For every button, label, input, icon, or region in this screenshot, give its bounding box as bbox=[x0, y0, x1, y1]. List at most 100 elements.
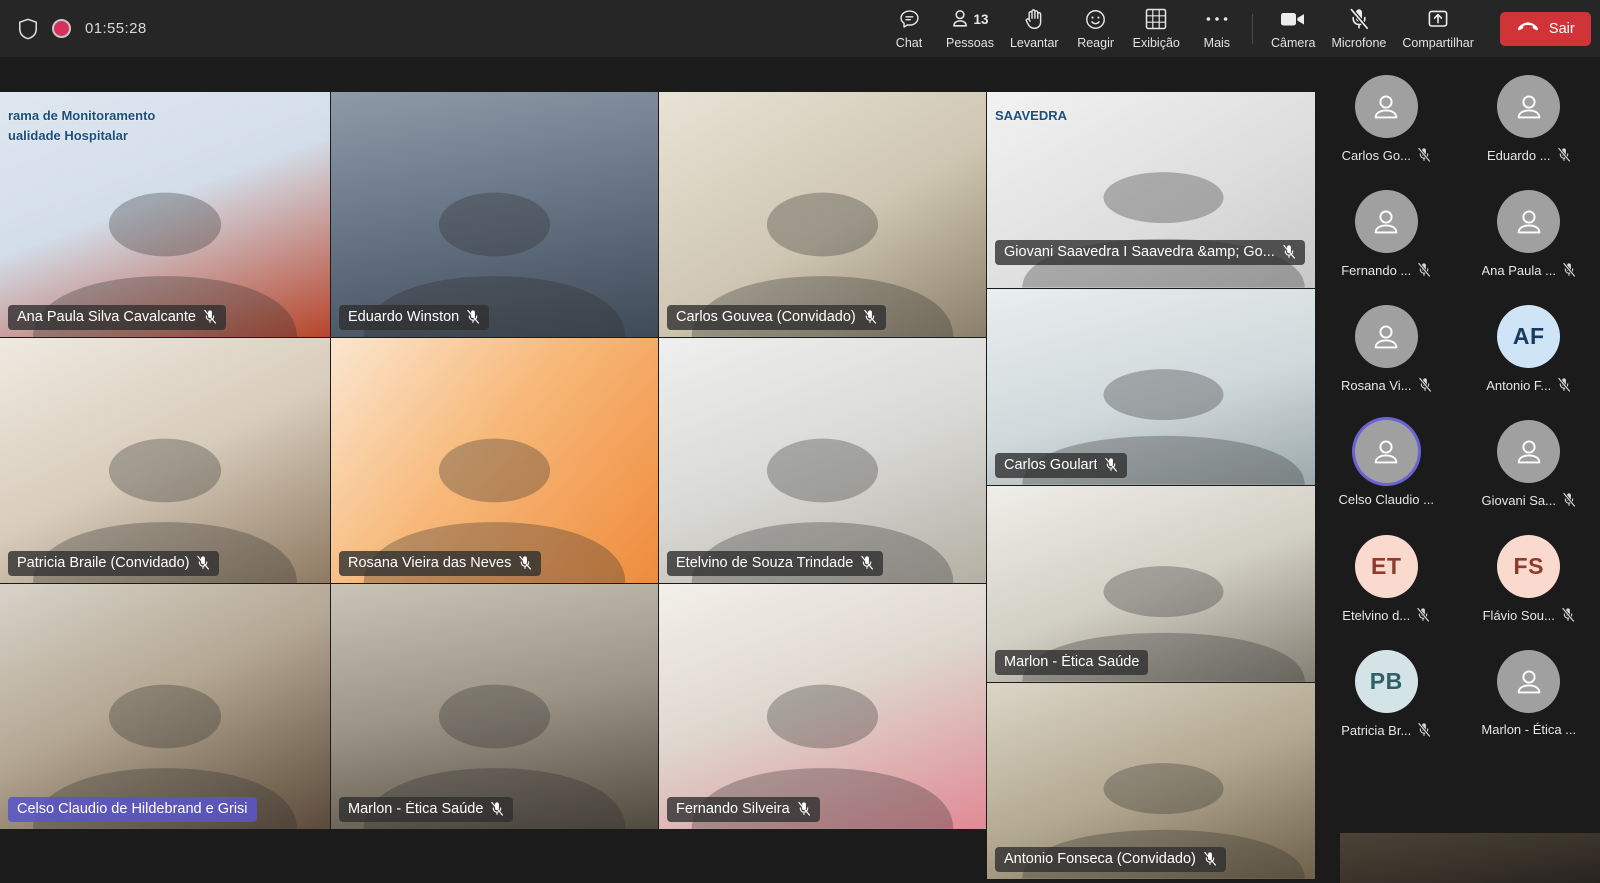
avatar-placeholder-icon bbox=[1354, 420, 1418, 483]
roster-participant-name: Fernando ... bbox=[1341, 262, 1412, 278]
roster-participant[interactable]: Carlos Go... bbox=[1321, 75, 1451, 190]
mic-off-icon bbox=[1203, 851, 1217, 867]
mic-off-icon bbox=[863, 309, 877, 325]
camera-icon bbox=[1280, 7, 1306, 31]
chat-label: Chat bbox=[895, 36, 923, 50]
participant-name-tag: Antonio Fonseca (Convidado) bbox=[995, 847, 1226, 872]
people-button[interactable]: 13 Pessoas bbox=[938, 2, 1002, 55]
video-tile[interactable]: Etelvino de Souza Trindade bbox=[659, 338, 986, 583]
avatar-placeholder-icon bbox=[1497, 420, 1561, 483]
roster-participant[interactable]: Ana Paula ... bbox=[1464, 190, 1594, 305]
more-label: Mais bbox=[1203, 36, 1231, 50]
mic-off-icon bbox=[1417, 722, 1431, 738]
participant-name: Carlos Gouvea (Convidado) bbox=[676, 309, 856, 325]
avatar-placeholder-icon bbox=[1497, 190, 1561, 253]
mic-off-icon bbox=[1561, 607, 1575, 623]
roster-participant-name: Etelvino d... bbox=[1342, 607, 1411, 623]
mic-off-icon bbox=[1282, 244, 1296, 260]
avatar-placeholder-icon bbox=[1354, 190, 1418, 253]
participant-name: Patricia Braile (Convidado) bbox=[17, 555, 190, 571]
raised-hand-icon bbox=[1024, 7, 1045, 31]
chat-button[interactable]: Chat bbox=[880, 2, 938, 55]
sidebar-bottom-preview bbox=[1340, 833, 1600, 883]
roster-participant-name: Rosana Vi... bbox=[1340, 377, 1412, 393]
more-button[interactable]: Mais bbox=[1188, 2, 1246, 55]
participant-name: Carlos Goulart bbox=[1004, 457, 1098, 473]
video-tile[interactable]: Celso Claudio de Hildebrand e Grisi bbox=[0, 584, 330, 829]
roster-participant[interactable]: Marlon - Ética ... bbox=[1464, 650, 1594, 765]
share-button[interactable]: Compartilhar bbox=[1394, 2, 1482, 55]
raise-hand-button[interactable]: Levantar bbox=[1002, 2, 1067, 55]
people-label: Pessoas bbox=[946, 36, 994, 50]
microphone-label: Microfone bbox=[1331, 36, 1387, 50]
camera-button[interactable]: Câmera bbox=[1263, 2, 1323, 55]
share-label: Compartilhar bbox=[1402, 36, 1474, 50]
microphone-off-icon bbox=[1348, 7, 1370, 31]
participant-name-tag: Eduardo Winston bbox=[339, 305, 490, 330]
avatar-placeholder-icon bbox=[1354, 75, 1418, 138]
mic-off-icon bbox=[1417, 262, 1431, 278]
video-tile[interactable]: Eduardo Winston bbox=[331, 92, 658, 337]
video-tile[interactable]: Rosana Vieira das Neves bbox=[331, 338, 658, 583]
participant-name: Marlon - Ética Saúde bbox=[1004, 654, 1140, 670]
view-label: Exibição bbox=[1132, 36, 1180, 50]
roster-participant-name: Carlos Go... bbox=[1341, 147, 1411, 163]
participant-name: Marlon - Ética Saúde bbox=[348, 801, 484, 817]
avatar-initials: PB bbox=[1354, 650, 1418, 713]
avatar-placeholder-icon bbox=[1497, 75, 1561, 138]
grid-icon bbox=[1145, 7, 1167, 31]
participant-name-tag: Giovani Saavedra I Saavedra &amp; Go... bbox=[995, 240, 1305, 265]
avatar-initials: FS bbox=[1497, 535, 1561, 598]
mic-off-icon bbox=[1104, 457, 1118, 473]
video-tile[interactable]: Marlon - Ética Saúde bbox=[987, 486, 1340, 682]
view-button[interactable]: Exibição bbox=[1125, 2, 1188, 55]
participant-name-tag: Marlon - Ética Saúde bbox=[995, 650, 1149, 675]
participant-name: Eduardo Winston bbox=[348, 309, 460, 325]
video-tile[interactable]: Carlos Goulart bbox=[987, 289, 1340, 485]
mic-off-icon bbox=[797, 801, 811, 817]
roster-participant-name: Patricia Br... bbox=[1341, 722, 1412, 738]
participant-name-tag: Rosana Vieira das Neves bbox=[339, 551, 542, 576]
leave-call-button[interactable]: Sair bbox=[1499, 11, 1591, 46]
participant-name-tag: Marlon - Ética Saúde bbox=[339, 797, 514, 822]
roster-participant[interactable]: Giovani Sa... bbox=[1464, 420, 1594, 535]
toolbar-main-actions: Chat 13 Pessoas Levantar Reagir Exibição… bbox=[880, 0, 1246, 57]
ellipsis-icon bbox=[1205, 7, 1229, 31]
toolbar-device-actions: Câmera Microfone Compartilhar Sair bbox=[1242, 0, 1600, 57]
react-button[interactable]: Reagir bbox=[1067, 2, 1125, 55]
virtual-background-text: SAAVEDRA bbox=[995, 108, 1067, 123]
video-grid: rama de Monitoramento ualidade Hospitalar… bbox=[0, 92, 1340, 879]
avatar-placeholder-icon bbox=[1354, 305, 1418, 368]
roster-participant[interactable]: FS Flávio Sou... bbox=[1464, 535, 1594, 650]
video-tile[interactable]: Fernando Silveira bbox=[659, 584, 986, 829]
roster-participant[interactable]: Rosana Vi... bbox=[1321, 305, 1451, 420]
roster-participant-name: Flávio Sou... bbox=[1482, 607, 1555, 623]
participant-name-tag: Etelvino de Souza Trindade bbox=[667, 551, 884, 576]
mic-off-icon bbox=[1416, 607, 1430, 623]
video-tile[interactable]: Carlos Gouvea (Convidado) bbox=[659, 92, 986, 337]
participant-name-tag: Ana Paula Silva Cavalcante bbox=[8, 305, 226, 330]
participant-name-tag: Celso Claudio de Hildebrand e Grisi bbox=[8, 797, 257, 822]
roster-participant[interactable]: ET Etelvino d... bbox=[1321, 535, 1451, 650]
video-tile[interactable]: SAAVEDRA Giovani Saavedra I Saavedra &amp… bbox=[987, 92, 1340, 288]
camera-label: Câmera bbox=[1271, 36, 1316, 50]
participant-name-tag: Patricia Braile (Convidado) bbox=[8, 551, 220, 576]
roster-participant-name: Marlon - Ética ... bbox=[1481, 722, 1577, 737]
mic-off-icon bbox=[466, 309, 480, 325]
smiley-icon bbox=[1084, 7, 1107, 31]
roster-participant[interactable]: Fernando ... bbox=[1321, 190, 1451, 305]
participant-name-tag: Fernando Silveira bbox=[667, 797, 820, 822]
roster-participant[interactable]: Eduardo ... bbox=[1464, 75, 1594, 190]
toolbar-left-group: 01:55:28 bbox=[0, 18, 320, 40]
roster-participant[interactable]: Celso Claudio ... bbox=[1321, 420, 1451, 535]
roster-participant[interactable]: PB Patricia Br... bbox=[1321, 650, 1451, 765]
video-tile[interactable]: Antonio Fonseca (Convidado) bbox=[987, 683, 1340, 879]
raise-hand-label: Levantar bbox=[1009, 36, 1059, 50]
video-tile[interactable]: Marlon - Ética Saúde bbox=[331, 584, 658, 829]
roster-participant[interactable]: AF Antonio F... bbox=[1464, 305, 1594, 420]
person-icon: 13 bbox=[951, 7, 988, 31]
video-tile[interactable]: rama de Monitoramento ualidade Hospitalar… bbox=[0, 92, 330, 337]
microphone-button[interactable]: Microfone bbox=[1323, 2, 1394, 55]
participant-name: Antonio Fonseca (Convidado) bbox=[1004, 851, 1196, 867]
video-tile[interactable]: Patricia Braile (Convidado) bbox=[0, 338, 330, 583]
